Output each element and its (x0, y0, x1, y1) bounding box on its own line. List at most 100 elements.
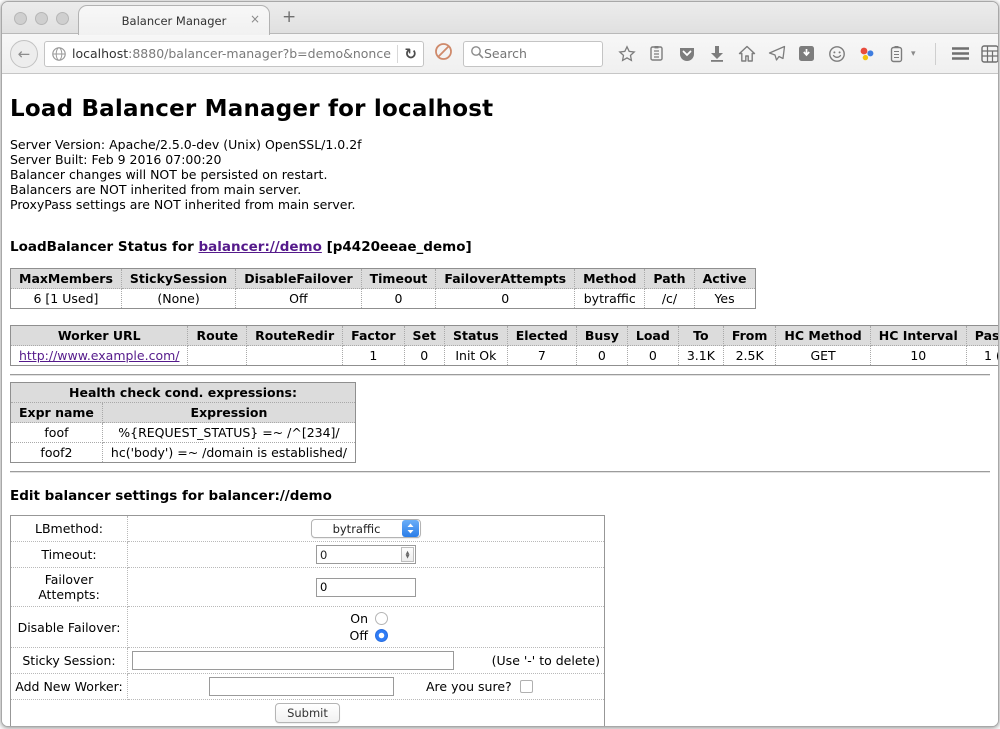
cell-method: bytraffic (575, 289, 645, 309)
reload-icon[interactable]: ↻ (404, 45, 417, 63)
disable-failover-field: On Off (128, 607, 605, 648)
cell-busy: 0 (576, 346, 627, 366)
col-to: To (678, 326, 723, 346)
send-plane-icon[interactable] (767, 44, 786, 63)
failover-attempts-label: Failover Attempts: (11, 568, 128, 607)
sticky-session-hint: (Use '-' to delete) (492, 653, 600, 668)
pocket-icon[interactable] (677, 44, 696, 63)
col-load: Load (627, 326, 678, 346)
col-status: Status (445, 326, 508, 346)
col-path: Path (645, 269, 694, 289)
cell-elected: 7 (507, 346, 576, 366)
cell-set: 0 (404, 346, 444, 366)
colored-dots-icon[interactable] (857, 44, 876, 63)
col-expression: Expression (102, 403, 355, 423)
cell-maxmembers: 6 [1 Used] (11, 289, 122, 309)
url-text[interactable]: localhost:8880/balancer-manager?b=demo&n… (72, 46, 391, 61)
chevron-down-icon[interactable]: ▾ (911, 49, 916, 59)
forum-smiley-icon[interactable] (827, 44, 846, 63)
bookmark-star-icon[interactable] (617, 44, 636, 63)
balancer-demo-link[interactable]: balancer://demo (199, 239, 322, 255)
url-bar[interactable]: localhost:8880/balancer-manager?b=demo&n… (44, 41, 424, 67)
tab-title: Balancer Manager (122, 14, 227, 28)
lbmethod-label: LBmethod: (11, 516, 128, 542)
number-spinner-icon[interactable]: ▲▼ (401, 547, 414, 562)
col-expr-name: Expr name (11, 403, 103, 423)
back-button[interactable]: ← (10, 40, 38, 68)
new-tab-button[interactable]: + (282, 9, 296, 26)
lbmethod-select[interactable]: bytraffic (311, 519, 421, 538)
timeout-input[interactable]: 0 ▲▼ (316, 545, 416, 564)
col-routeredir: RouteRedir (247, 326, 343, 346)
table-header-row: Expr name Expression (11, 403, 356, 423)
cell-routeredir (247, 346, 343, 366)
failover-attempts-input[interactable] (316, 578, 416, 597)
cell-hc-method: GET (776, 346, 870, 366)
timeout-field: 0 ▲▼ (128, 542, 605, 568)
tab-close-icon[interactable]: × (250, 13, 260, 25)
disable-failover-row: Disable Failover: On Off (11, 607, 605, 648)
failover-attempts-field (128, 568, 605, 607)
search-icon (470, 44, 484, 63)
url-path: :8880/balancer-manager?b=demo&nonce=decc… (128, 46, 391, 61)
tiles-grid-icon[interactable] (981, 44, 999, 63)
col-route: Route (188, 326, 247, 346)
health-check-table: Health check cond. expressions: Expr nam… (10, 382, 356, 463)
worker-url-link[interactable]: http://www.example.com/ (19, 348, 179, 363)
blocked-content-icon[interactable] (434, 42, 453, 65)
sticky-session-input[interactable] (132, 651, 454, 670)
server-version-line: Server Version: Apache/2.5.0-dev (Unix) … (10, 137, 990, 152)
reading-list-icon[interactable] (647, 44, 666, 63)
notice-line: Balancers are NOT inherited from main se… (10, 182, 990, 197)
radio-on[interactable] (375, 612, 388, 625)
window-control-close[interactable] (14, 12, 27, 25)
toolbar-separator (935, 43, 936, 65)
select-stepper-icon (402, 520, 419, 537)
window-control-minimize[interactable] (35, 12, 48, 25)
add-worker-input[interactable] (209, 677, 394, 696)
cell-timeout: 0 (361, 289, 436, 309)
browser-tab[interactable]: Balancer Manager × (78, 5, 270, 35)
add-worker-label: Add New Worker: (11, 674, 128, 700)
battery-panel-icon[interactable] (887, 44, 906, 63)
sticky-session-field: (Use '-' to delete) (128, 648, 605, 674)
tab-bar: Balancer Manager × + (2, 2, 998, 34)
downloads-icon[interactable] (707, 44, 726, 63)
col-hc-method: HC Method (776, 326, 870, 346)
cell-expression: %{REQUEST_STATUS} =~ /^[234]/ (102, 423, 355, 443)
navigation-toolbar: ← localhost:8880/balancer-manager?b=demo… (2, 34, 998, 74)
home-icon[interactable] (737, 44, 756, 63)
url-domain: localhost (72, 46, 128, 61)
cell-factor: 1 (343, 346, 404, 366)
col-maxmembers: MaxMembers (11, 269, 122, 289)
timeout-row: Timeout: 0 ▲▼ (11, 542, 605, 568)
sticky-session-label: Sticky Session: (11, 648, 128, 674)
cell-hc-interval: 10 (870, 346, 966, 366)
col-failoverattempts: FailoverAttempts (436, 269, 575, 289)
lbmethod-row: LBmethod: bytraffic (11, 516, 605, 542)
disable-failover-label: Disable Failover: (11, 607, 128, 648)
cell-status: Init Ok (445, 346, 508, 366)
expr-row: foof2 hc('body') =~ /domain is establish… (11, 443, 356, 463)
col-stickysession: StickySession (121, 269, 235, 289)
sticky-session-row: Sticky Session: (Use '-' to delete) (11, 648, 605, 674)
timeout-label: Timeout: (11, 542, 128, 568)
col-factor: Factor (343, 326, 404, 346)
cell-to: 3.1K (678, 346, 723, 366)
radio-off-label: Off (344, 628, 368, 643)
search-bar[interactable] (463, 41, 603, 67)
window-control-zoom[interactable] (56, 12, 69, 25)
failover-attempts-row: Failover Attempts: (11, 568, 605, 607)
cell-active: Yes (694, 289, 755, 309)
submit-button[interactable]: Submit (275, 703, 340, 723)
save-square-icon[interactable] (797, 44, 816, 63)
globe-icon (51, 46, 67, 62)
search-input[interactable] (484, 46, 584, 61)
menu-hamburger-icon[interactable] (951, 44, 970, 63)
are-you-sure-checkbox[interactable] (520, 680, 533, 693)
expr-row: foof %{REQUEST_STATUS} =~ /^[234]/ (11, 423, 356, 443)
table-row: 6 [1 Used] (None) Off 0 0 bytraffic /c/ … (11, 289, 756, 309)
cell-expr-name: foof (11, 423, 103, 443)
add-worker-field: Are you sure? (128, 674, 605, 700)
radio-off[interactable] (375, 629, 388, 642)
